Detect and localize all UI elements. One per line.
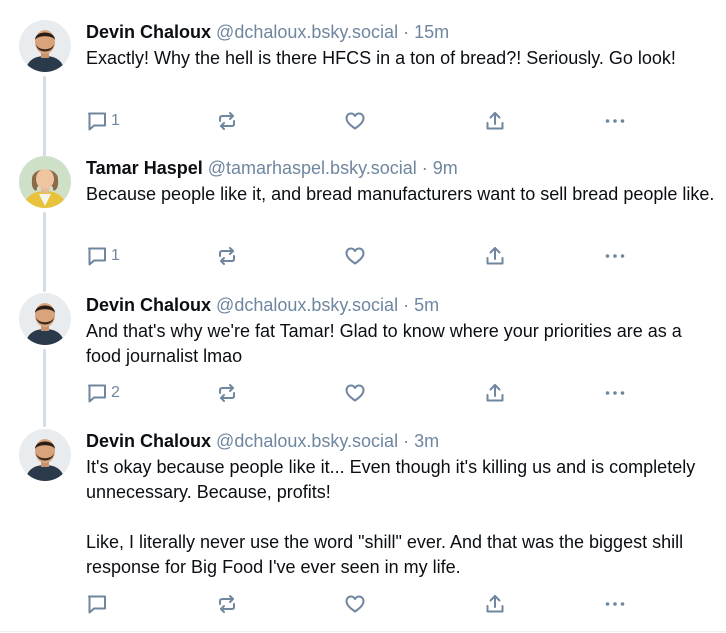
- author-avatar[interactable]: [19, 293, 71, 345]
- post-header: Devin Chaloux @dchaloux.bsky.social · 5m: [86, 293, 439, 317]
- author-name[interactable]: Tamar Haspel: [86, 158, 203, 178]
- post-actions: 1: [86, 109, 646, 133]
- share-button[interactable]: [484, 381, 506, 405]
- bottom-divider: [0, 631, 726, 632]
- author-handle[interactable]: @dchaloux.bsky.social: [216, 295, 398, 315]
- post-paragraph: Because people like it, and bread manufa…: [86, 184, 715, 204]
- repost-arrows-icon: [216, 593, 238, 615]
- post-text: It's okay because people like it... Even…: [86, 455, 716, 580]
- heart-icon: [344, 245, 366, 267]
- repost-arrows-icon: [216, 110, 238, 132]
- post-actions: [86, 592, 646, 616]
- reply-button[interactable]: 1: [86, 244, 120, 268]
- reply-count: 1: [111, 247, 120, 264]
- repost-button[interactable]: [216, 592, 238, 616]
- speech-bubble-icon: [86, 382, 108, 404]
- speech-bubble-icon: [86, 110, 108, 132]
- like-button[interactable]: [344, 244, 366, 268]
- share-button[interactable]: [484, 244, 506, 268]
- separator-dot: ·: [421, 158, 428, 178]
- author-name[interactable]: Devin Chaloux: [86, 22, 211, 42]
- author-handle[interactable]: @dchaloux.bsky.social: [216, 22, 398, 42]
- heart-icon: [344, 382, 366, 404]
- post-header: Devin Chaloux @dchaloux.bsky.social · 15…: [86, 20, 449, 44]
- share-upload-icon: [484, 110, 506, 132]
- author-avatar[interactable]: [19, 156, 71, 208]
- heart-icon: [344, 593, 366, 615]
- post-actions: 2: [86, 381, 646, 405]
- reply-button[interactable]: [86, 592, 111, 616]
- repost-arrows-icon: [216, 245, 238, 267]
- share-upload-icon: [484, 382, 506, 404]
- post-header: Tamar Haspel @tamarhaspel.bsky.social · …: [86, 156, 458, 180]
- author-name[interactable]: Devin Chaloux: [86, 295, 211, 315]
- post-text: And that's why we're fat Tamar! Glad to …: [86, 319, 716, 369]
- post-paragraph: Exactly! Why the hell is there HFCS in a…: [86, 48, 676, 68]
- ellipsis-icon: [604, 593, 626, 615]
- post-timestamp[interactable]: 9m: [433, 158, 458, 178]
- author-handle[interactable]: @tamarhaspel.bsky.social: [208, 158, 417, 178]
- post-text: Because people like it, and bread manufa…: [86, 182, 716, 207]
- author-avatar[interactable]: [19, 429, 71, 481]
- post-paragraph: Like, I literally never use the word "sh…: [86, 532, 684, 577]
- post-paragraph: It's okay because people like it... Even…: [86, 457, 696, 502]
- repost-button[interactable]: [216, 244, 238, 268]
- author-handle[interactable]: @dchaloux.bsky.social: [216, 431, 398, 451]
- reply-count: 2: [111, 384, 120, 401]
- like-button[interactable]: [344, 592, 366, 616]
- separator-dot: ·: [403, 22, 410, 42]
- post-actions: 1: [86, 244, 646, 268]
- repost-button[interactable]: [216, 381, 238, 405]
- share-button[interactable]: [484, 109, 506, 133]
- post[interactable]: Devin Chaloux @dchaloux.bsky.social · 15…: [0, 20, 726, 140]
- author-name[interactable]: Devin Chaloux: [86, 431, 211, 451]
- more-options-button[interactable]: [604, 109, 626, 133]
- separator-dot: ·: [403, 431, 410, 451]
- ellipsis-icon: [604, 382, 626, 404]
- post[interactable]: Devin Chaloux @dchaloux.bsky.social · 3m…: [0, 429, 726, 629]
- speech-bubble-icon: [86, 245, 108, 267]
- reply-count: 1: [111, 112, 120, 129]
- like-button[interactable]: [344, 381, 366, 405]
- heart-icon: [344, 110, 366, 132]
- post[interactable]: Tamar Haspel @tamarhaspel.bsky.social · …: [0, 156, 726, 276]
- share-upload-icon: [484, 245, 506, 267]
- post-text: Exactly! Why the hell is there HFCS in a…: [86, 46, 716, 71]
- speech-bubble-icon: [86, 593, 108, 615]
- share-upload-icon: [484, 593, 506, 615]
- repost-button[interactable]: [216, 109, 238, 133]
- reply-button[interactable]: 1: [86, 109, 120, 133]
- post[interactable]: Devin Chaloux @dchaloux.bsky.social · 5m…: [0, 293, 726, 413]
- share-button[interactable]: [484, 592, 506, 616]
- post-timestamp[interactable]: 3m: [414, 431, 439, 451]
- repost-arrows-icon: [216, 382, 238, 404]
- separator-dot: ·: [403, 295, 410, 315]
- post-timestamp[interactable]: 5m: [414, 295, 439, 315]
- more-options-button[interactable]: [604, 381, 626, 405]
- reply-button[interactable]: 2: [86, 381, 120, 405]
- ellipsis-icon: [604, 245, 626, 267]
- post-thread: Devin Chaloux @dchaloux.bsky.social · 15…: [0, 0, 726, 633]
- author-avatar[interactable]: [19, 20, 71, 72]
- more-options-button[interactable]: [604, 592, 626, 616]
- like-button[interactable]: [344, 109, 366, 133]
- more-options-button[interactable]: [604, 244, 626, 268]
- post-timestamp[interactable]: 15m: [414, 22, 449, 42]
- post-header: Devin Chaloux @dchaloux.bsky.social · 3m: [86, 429, 439, 453]
- ellipsis-icon: [604, 110, 626, 132]
- post-paragraph: And that's why we're fat Tamar! Glad to …: [86, 321, 682, 366]
